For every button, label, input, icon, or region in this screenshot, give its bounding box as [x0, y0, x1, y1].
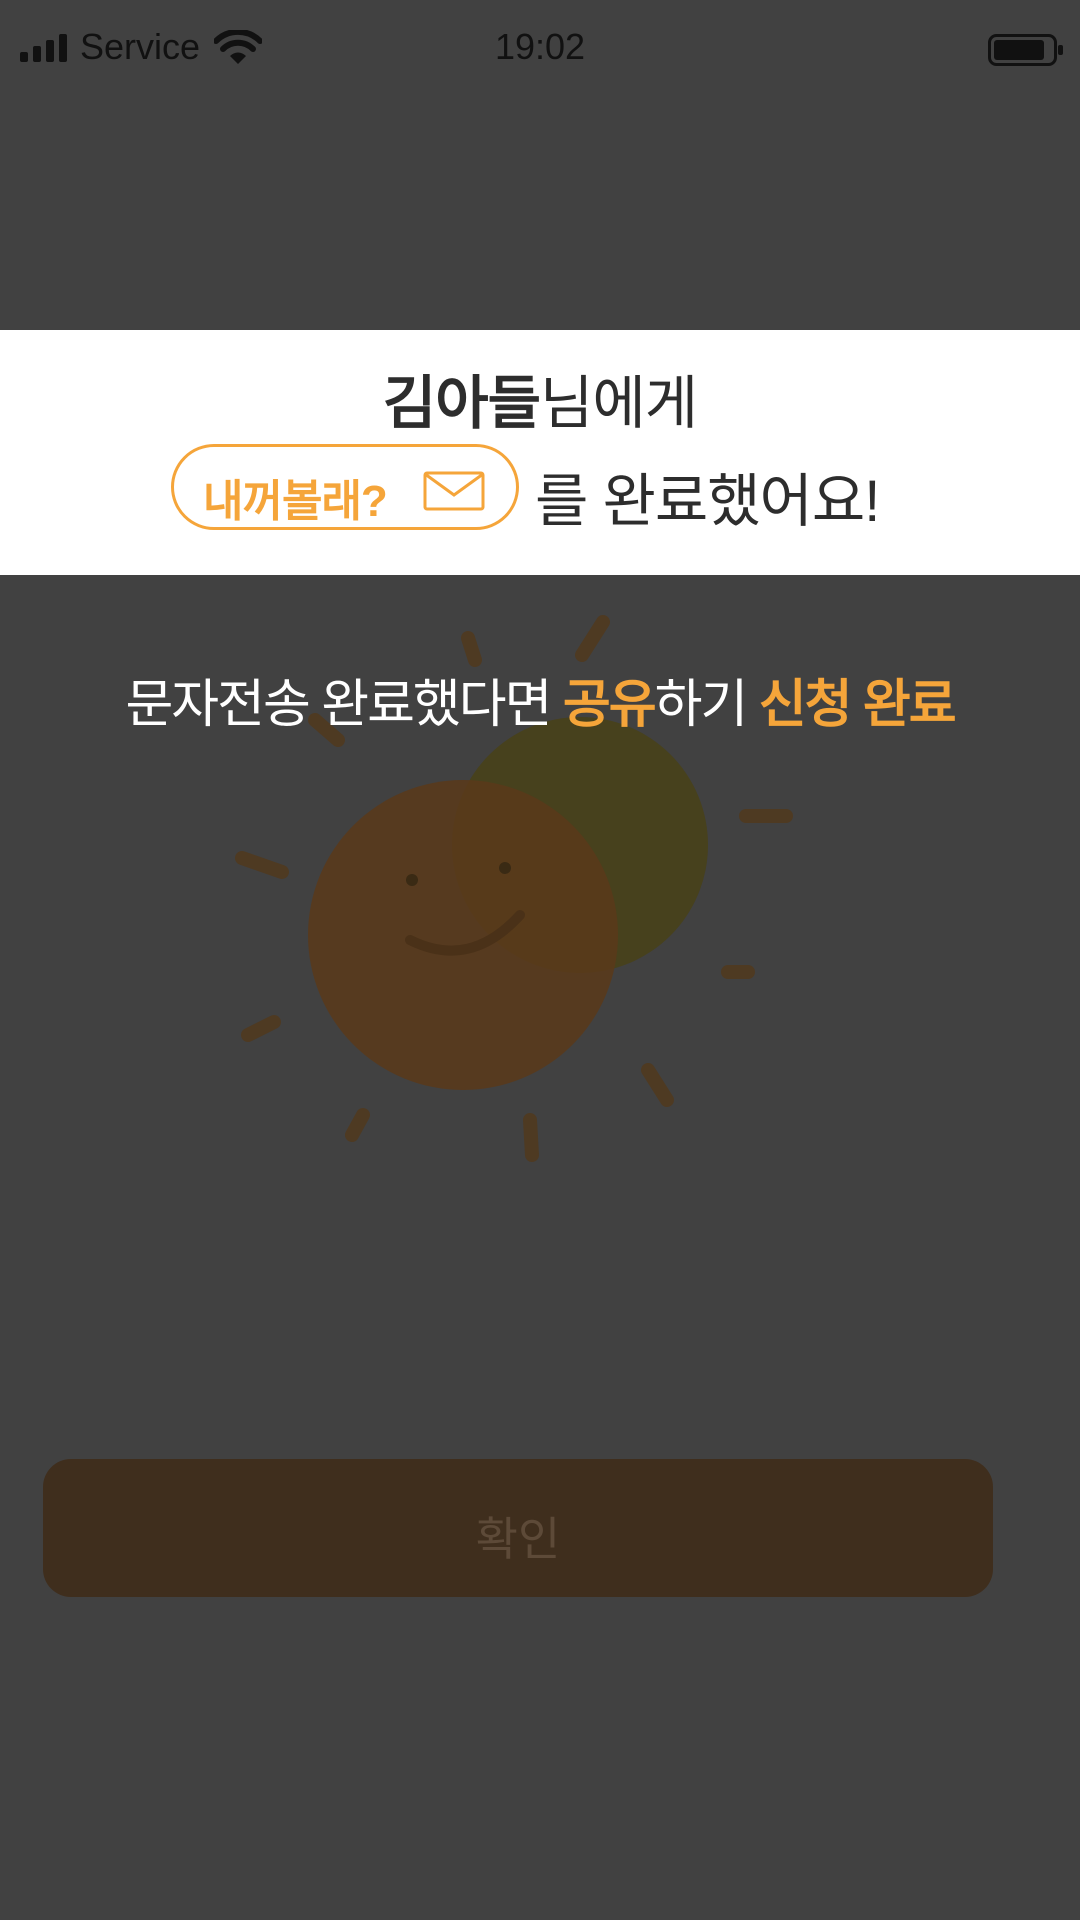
- share-highlight: 공유: [562, 676, 657, 734]
- confirm-button-label: 확인: [475, 1513, 561, 1565]
- recipient-suffix: 님에게: [540, 371, 698, 436]
- apply-complete-highlight: 신청 완료: [758, 676, 957, 734]
- battery-icon: [988, 34, 1063, 66]
- message-type-pill: 내꺼볼래?: [171, 444, 519, 530]
- instruction-part2: 하기: [654, 676, 759, 734]
- banner-title: 김아들님에게: [0, 356, 1080, 440]
- clock: 19:02: [494, 26, 586, 67]
- completion-text: 를 완료했어요!: [535, 469, 880, 534]
- pill-label: 내꺼볼래?: [203, 477, 388, 526]
- instruction-part1: 문자전송 완료했다면: [125, 676, 563, 734]
- status-bar: Service 19:02: [0, 0, 1080, 96]
- envelope-icon: [423, 471, 485, 511]
- confirm-button[interactable]: 확인: [43, 1459, 993, 1597]
- share-instruction: 문자전송 완료했다면 공유하기 신청 완료: [0, 662, 1080, 737]
- completion-banner: 김아들님에게 내꺼볼래? 를 완료했어요!: [0, 330, 1080, 575]
- recipient-name: 김아들: [382, 371, 541, 436]
